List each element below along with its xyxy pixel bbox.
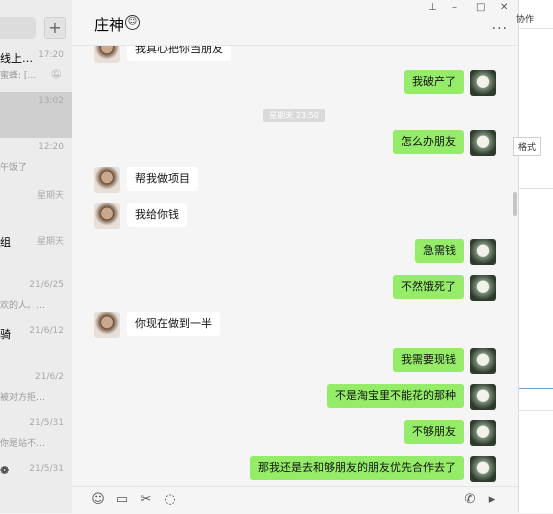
conversation-item[interactable]: 13:02 (0, 92, 72, 138)
contact-avatar[interactable] (94, 312, 120, 338)
title-emoji-icon: ☺ (125, 15, 140, 30)
background-window-toolbar: 协作 (516, 0, 553, 29)
minimize-icon[interactable]: – (452, 2, 457, 13)
time-separator: 星期天 23:50 (263, 109, 325, 122)
message-bubble[interactable]: 我破产了 (404, 70, 464, 94)
emoji-icon[interactable]: ☺ (90, 492, 106, 508)
message-bubble[interactable]: 我需要现钱 (393, 348, 464, 372)
message-row: 你现在做到一半 (72, 312, 518, 338)
message-row: 不够朋友 (72, 420, 518, 446)
message-row: 我破产了 (72, 70, 518, 96)
divider (519, 410, 553, 411)
conversation-name: ❁ (0, 464, 10, 477)
conversation-time: 12:20 (38, 142, 64, 152)
message-bubble[interactable]: 我真心把你当朋友 (127, 46, 231, 61)
add-button[interactable]: + (44, 17, 66, 39)
contact-avatar[interactable] (94, 167, 120, 193)
message-row: 我给你钱 (72, 203, 518, 229)
message-bubble[interactable]: 那我还是去和够朋友的朋友优先合作去了 (250, 456, 464, 480)
chat-title: 庄神 (94, 16, 125, 34)
conversation-preview: 午饭了 (0, 163, 28, 173)
conversation-item[interactable]: 星期天 (0, 184, 72, 230)
message-row: 不然饿死了 (72, 275, 518, 301)
close-icon[interactable]: ✕ (500, 2, 508, 13)
message-bubble[interactable]: 你现在做到一半 (127, 312, 220, 336)
contact-avatar[interactable] (94, 203, 120, 229)
input-toolbar: ☺ ▭ ✂ ◌ ✆ ▸ (72, 486, 518, 514)
conversation-name: 组 (0, 236, 11, 249)
conversation-time: 星期天 (36, 237, 64, 247)
conversation-preview: 被对方拒… (0, 393, 46, 403)
my-avatar[interactable] (470, 70, 496, 96)
chat-window: 庄神 ☺ ⊥ – □ ✕ ··· 星期天 23:50 我真心把你当朋友我破产了怎… (72, 0, 518, 514)
conversation-time: 21/5/31 (29, 418, 64, 428)
message-row: 那我还是去和够朋友的朋友优先合作去了 (72, 456, 518, 482)
conversation-list: + 线上… 17:20 蜜蜂: [… 🔕︎ 13:02 12:20 午饭了 星期天组星期天 21… (0, 0, 72, 513)
chat-header: 庄神 ☺ ⊥ – □ ✕ ··· (72, 0, 518, 46)
message-bubble[interactable]: 不够朋友 (404, 420, 464, 444)
video-icon[interactable]: ▸ (484, 492, 500, 508)
conversation-item[interactable]: ❁ 21/5/31 (0, 460, 72, 506)
message-bubble[interactable]: 我给你钱 (127, 203, 187, 227)
divider (519, 388, 553, 389)
divider (519, 188, 553, 189)
conversation-preview: 蜜蜂: [… (0, 71, 37, 81)
chat-bubble-icon[interactable]: ◌ (162, 492, 178, 508)
message-bubble[interactable]: 不是淘宝里不能花的那种 (327, 384, 464, 408)
conversation-name: 线上… (0, 52, 33, 65)
message-row: 我真心把你当朋友 (72, 46, 518, 63)
conversation-item[interactable]: 组 星期天 (0, 230, 72, 276)
conversation-item[interactable]: 21/5/31 你是站不… (0, 414, 72, 460)
conversation-preview: 欢的人。… (0, 301, 46, 311)
format-button[interactable]: 格式 (513, 137, 542, 156)
message-row: 帮我做项目 (72, 167, 518, 193)
conversation-name: 骑 (0, 328, 11, 341)
collab-button[interactable]: 协作 (516, 12, 534, 25)
background-window: 协作 格式 (513, 0, 553, 513)
my-avatar[interactable] (470, 348, 496, 374)
my-avatar[interactable] (470, 456, 496, 482)
contact-avatar[interactable] (94, 46, 120, 63)
search-input[interactable] (0, 17, 36, 39)
my-avatar[interactable] (470, 275, 496, 301)
my-avatar[interactable] (470, 130, 496, 156)
message-row: 我需要现钱 (72, 348, 518, 374)
conversation-item[interactable]: 21/6/2 被对方拒… (0, 368, 72, 414)
conversation-item[interactable]: 骑 21/6/12 (0, 322, 72, 368)
conversation-time: 17:20 (38, 50, 64, 60)
phone-icon[interactable]: ✆ (462, 492, 478, 508)
my-avatar[interactable] (470, 384, 496, 410)
conversation-item[interactable]: 线上… 17:20 蜜蜂: [… 🔕︎ (0, 46, 72, 92)
conversation-preview: 你是站不… (0, 439, 46, 449)
message-list: 星期天 23:50 我真心把你当朋友我破产了怎么办朋友帮我做项目我给你钱急需钱不… (72, 46, 518, 486)
more-menu-icon[interactable]: ··· (492, 21, 508, 37)
scissors-icon[interactable]: ✂ (138, 492, 154, 508)
maximize-icon[interactable]: □ (476, 2, 485, 13)
mute-icon: 🔕︎ (50, 70, 62, 80)
message-row: 急需钱 (72, 239, 518, 265)
conversation-time: 星期天 (36, 191, 64, 201)
conversation-time: 21/5/31 (29, 464, 64, 474)
folder-icon[interactable]: ▭ (114, 492, 130, 508)
pin-icon[interactable]: ⊥ (428, 2, 437, 13)
message-row: 不是淘宝里不能花的那种 (72, 384, 518, 410)
conversation-time: 21/6/12 (29, 326, 64, 336)
conversation-item[interactable]: 21/6/25 欢的人。… (0, 276, 72, 322)
conversation-item[interactable]: 12:20 午饭了 (0, 138, 72, 184)
conversation-time: 13:02 (38, 96, 64, 106)
message-row: 怎么办朋友 (72, 130, 518, 156)
message-bubble[interactable]: 急需钱 (415, 239, 464, 263)
scrollbar-thumb[interactable] (513, 192, 517, 216)
message-bubble[interactable]: 不然饿死了 (393, 275, 464, 299)
message-bubble[interactable]: 怎么办朋友 (393, 130, 464, 154)
my-avatar[interactable] (470, 239, 496, 265)
conversation-time: 21/6/2 (35, 372, 64, 382)
conversation-time: 21/6/25 (29, 280, 64, 290)
message-bubble[interactable]: 帮我做项目 (127, 167, 198, 191)
my-avatar[interactable] (470, 420, 496, 446)
